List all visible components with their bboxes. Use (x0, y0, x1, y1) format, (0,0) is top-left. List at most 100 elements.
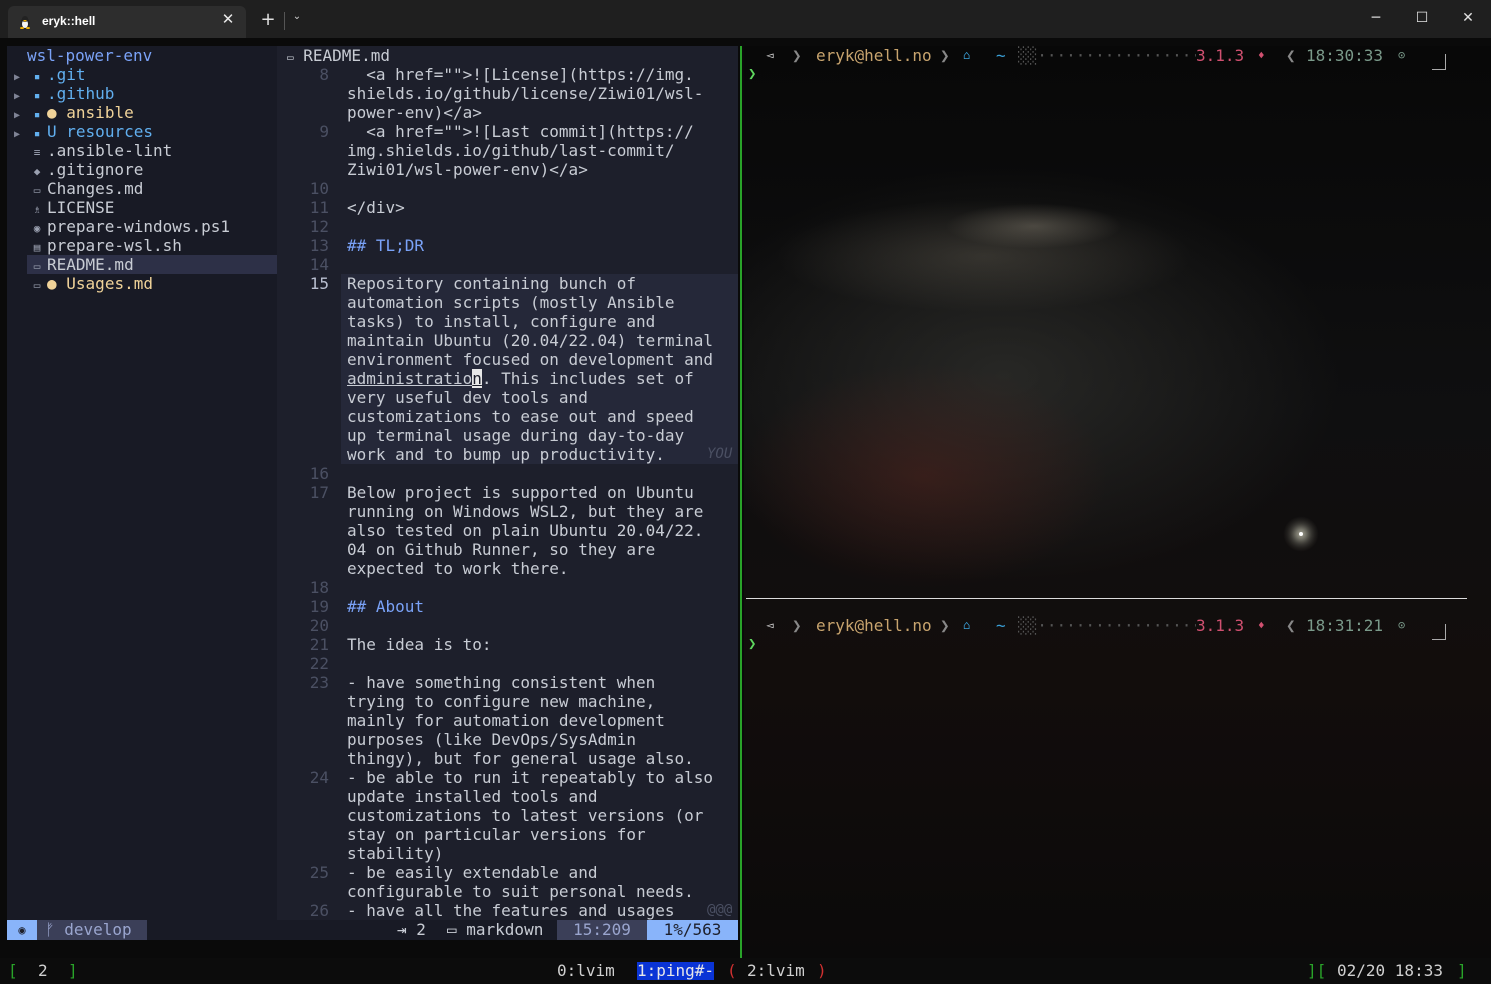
line-number: 13 (309, 236, 329, 255)
tab-separator (284, 12, 285, 30)
markdown-heading[interactable]: ## About (347, 597, 739, 616)
prompt-corner (1432, 624, 1446, 640)
tmux-window-0[interactable]: 0:lvim (557, 958, 615, 984)
title-bar: eryk::hell ✕ + ⌄ ─ ☐ ✕ (0, 0, 1491, 38)
line-number: 22 (309, 654, 329, 673)
tree-item[interactable]: ▤ prepare-wsl.sh (7, 236, 182, 255)
home-icon: ⌂ (963, 618, 971, 632)
current-directory: ~ (996, 46, 1006, 65)
prompt-filler: ░░·······················░░░ (1018, 616, 1196, 635)
terminal-tab[interactable]: eryk::hell ✕ (8, 6, 246, 38)
text-line[interactable]: - have something consistent when trying … (347, 673, 739, 768)
editor-buffer[interactable]: ▭ README.md YOU @@@ 8 <a href="">![Licen… (277, 46, 738, 920)
date-time: 02/20 18:33 (1337, 961, 1443, 980)
text-cursor: n (472, 369, 482, 388)
tree-item[interactable]: ▶ ▪ U resources (7, 122, 153, 141)
tree-item[interactable]: ▭ Changes.md (7, 179, 144, 198)
tab-title: eryk::hell (42, 14, 96, 28)
tree-root[interactable]: wsl-power-env (27, 46, 152, 65)
close-tab-icon[interactable]: ✕ (218, 10, 238, 28)
file-tree: wsl-power-env ▶ ▪ .git ▶ ▪ .github ▶ ▪ ● ansible… (7, 46, 277, 920)
tree-item-label: .ansible-lint (47, 141, 173, 160)
maximize-button[interactable]: ☐ (1410, 8, 1434, 28)
line-number: 9 (319, 122, 329, 141)
tree-item-label: .gitignore (47, 160, 144, 179)
session-bracket-close: ] (68, 961, 78, 980)
winbar-filename: README.md (303, 46, 390, 65)
tree-item[interactable]: ≡ .ansible-lint (7, 141, 173, 160)
line-number: 26 (309, 901, 329, 920)
prompt-time: 18:30:33 (1306, 46, 1384, 65)
prompt-time: 18:31:21 (1306, 616, 1384, 635)
terminal-area: wsl-power-env ▶ ▪ .git ▶ ▪ .github ▶ ▪ ● ansible… (0, 38, 1491, 984)
tmux-status-bar: [ 2 ] 0:lvim 1:ping#- ( 2:lvim ) ][ 02/2… (0, 958, 1491, 984)
text-line[interactable]: - be able to run it repeatably to also u… (347, 768, 739, 863)
segment-separator-icon: ❮ (1286, 46, 1296, 65)
tab-dropdown-icon[interactable]: ⌄ (289, 11, 305, 22)
tree-item-label: prepare-windows.ps1 (47, 217, 231, 236)
tree-item[interactable]: ◆ .gitignore (7, 160, 144, 179)
segment-separator-icon: ❯ (940, 46, 950, 65)
minimize-button[interactable]: ─ (1364, 8, 1388, 28)
tmux-window-1[interactable]: 1:ping#- (637, 962, 715, 980)
segment-separator-icon: ❯ (792, 46, 802, 65)
pane-divider[interactable] (740, 46, 742, 958)
tree-item-label: resources (66, 122, 153, 141)
cursor-position: 15:209 (557, 920, 647, 940)
os-icon: ◅ (766, 618, 774, 632)
ruby-version: 3.1.3 (1196, 616, 1245, 635)
text-line[interactable]: - have all the features and usages (347, 901, 739, 920)
prompt-corner (1432, 54, 1446, 70)
ruby-gem-icon: ♦ (1258, 49, 1265, 62)
text-line[interactable]: - be easily extendable and configurable … (347, 863, 739, 901)
text-line[interactable]: <a href="">![License](https://img. shiel… (347, 65, 739, 122)
close-window-button[interactable]: ✕ (1456, 8, 1480, 28)
tree-item-label: Usages.md (66, 274, 153, 293)
horizontal-pane-divider[interactable] (746, 598, 1467, 599)
indent-info: ⇥ 2 (397, 920, 426, 939)
file-icon: ▭ (33, 279, 41, 292)
tree-item[interactable]: ▶ ▪ ● ansible (7, 103, 134, 122)
markdown-heading[interactable]: ## TL;DR (347, 236, 739, 255)
tree-item[interactable]: ▶ ▪ .git (7, 65, 86, 84)
line-number: 18 (309, 578, 329, 597)
ruby-gem-icon: ♦ (1258, 619, 1265, 632)
text-line[interactable]: <a href="">![Last commit](https:// img.s… (347, 122, 739, 179)
background-star (1299, 532, 1303, 536)
tree-item[interactable]: ▭ README.md (7, 255, 134, 274)
shell-pane[interactable]: ◅ ❯ eryk@hell.no ❯ ⌂ ~ ░░·····················… (744, 46, 1491, 958)
tree-item-label: README.md (47, 255, 134, 274)
prompt-filler: ░░·······················░░░ (1018, 46, 1196, 65)
text-line[interactable]: Repository containing bunch of automatio… (347, 274, 739, 464)
tree-item[interactable]: ◉ prepare-windows.ps1 (7, 217, 230, 236)
ruby-version: 3.1.3 (1196, 46, 1245, 65)
home-icon: ⌂ (963, 48, 971, 62)
tree-item[interactable]: ▭ ● Usages.md (7, 274, 153, 293)
text-line[interactable]: The idea is to: (347, 635, 739, 654)
date-bracket-close: ] (1457, 961, 1467, 980)
line-number: 23 (309, 673, 329, 692)
neovim-pane[interactable]: wsl-power-env ▶ ▪ .git ▶ ▪ .github ▶ ▪ ● ansible… (7, 46, 738, 940)
tmux-window-2[interactable]: 2:lvim (747, 958, 805, 984)
tree-item-label: LICENSE (47, 198, 115, 217)
tree-item[interactable]: ▶ ▪ .github (7, 84, 114, 103)
line-number: 12 (309, 217, 329, 236)
line-number: 10 (309, 179, 329, 198)
text-line[interactable]: Below project is supported on Ubuntu run… (347, 483, 739, 578)
text-line[interactable]: </div> (347, 198, 739, 217)
line-number: 16 (309, 464, 329, 483)
os-icon: ◅ (766, 48, 774, 62)
git-status-mark: U (47, 122, 57, 141)
clock-icon: ⊙ (1398, 48, 1406, 62)
line-number: 11 (309, 198, 329, 217)
line-number: 19 (309, 597, 329, 616)
git-status-mark: ● (47, 103, 57, 122)
tree-item[interactable]: ♗ LICENSE (7, 198, 115, 217)
new-tab-button[interactable]: + (257, 9, 279, 31)
user-host: eryk@hell.no (816, 46, 932, 65)
window-paren-close: ) (817, 961, 827, 980)
line-number: 21 (309, 635, 329, 654)
session-number: 2 (38, 961, 48, 980)
tree-item-label: .github (47, 84, 115, 103)
segment-separator-icon: ❯ (940, 616, 950, 635)
